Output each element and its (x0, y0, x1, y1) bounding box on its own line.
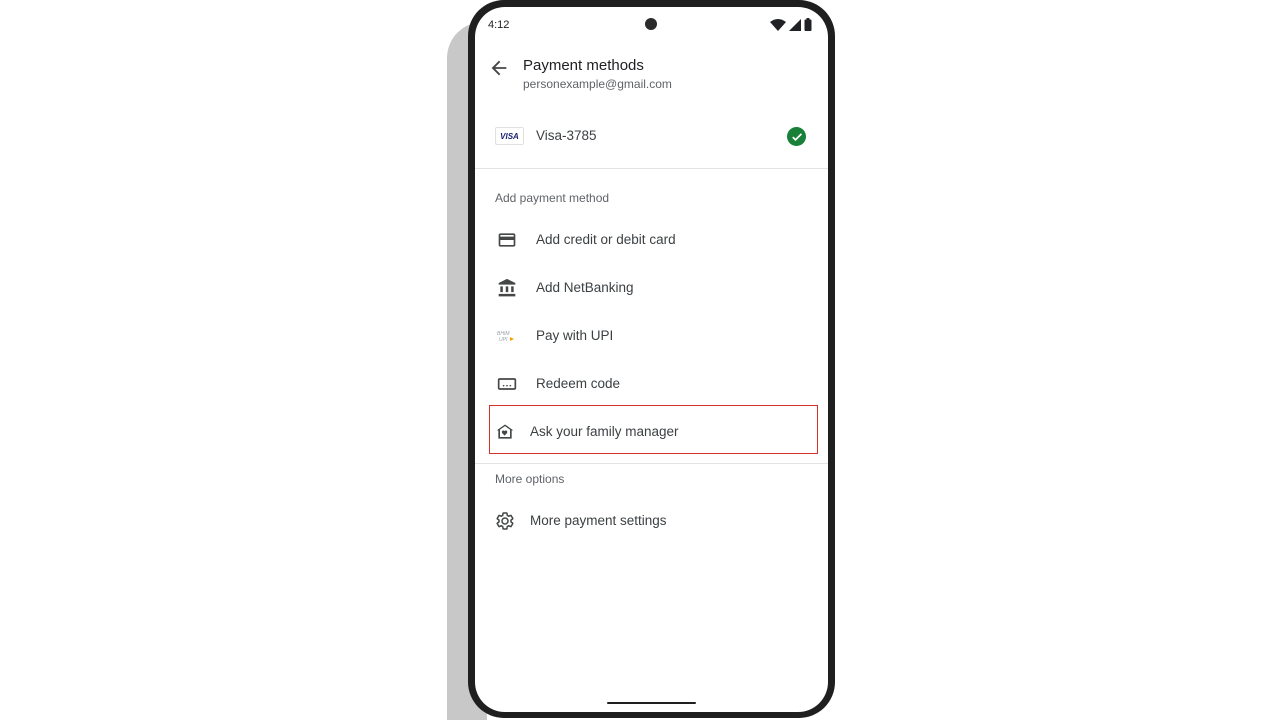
arrow-back-icon[interactable] (488, 57, 510, 79)
ask-family-manager-item[interactable]: Ask your family manager (475, 410, 828, 454)
gear-icon (495, 511, 515, 531)
status-bar: 4:12 (475, 7, 828, 43)
payment-method-visa[interactable]: VISA Visa-3785 (475, 115, 828, 159)
add-netbanking-item[interactable]: Add NetBanking (475, 266, 828, 310)
front-camera (645, 18, 657, 30)
credit-card-icon (497, 230, 517, 250)
phone-screen: 4:12 Payment methods personexample@gmail… (475, 7, 828, 712)
upi-icon: BHIM UPI (497, 326, 517, 346)
divider (475, 463, 828, 464)
item-label: Add credit or debit card (536, 232, 676, 247)
status-time: 4:12 (488, 19, 510, 31)
svg-text:UPI: UPI (499, 337, 508, 343)
bank-icon (497, 278, 517, 298)
app-bar: Payment methods personexample@gmail.com (475, 53, 828, 103)
item-label: Ask your family manager (530, 424, 679, 439)
account-email: personexample@gmail.com (523, 77, 672, 91)
home-indicator[interactable] (607, 702, 696, 704)
payment-method-label: Visa-3785 (536, 128, 597, 143)
status-icons (770, 18, 812, 31)
divider (475, 168, 828, 169)
item-label: Redeem code (536, 376, 621, 391)
section-header-more-options: More options (495, 472, 565, 486)
battery-icon (804, 18, 812, 31)
cellular-signal-icon (789, 18, 801, 31)
visa-logo: VISA (495, 127, 524, 145)
wifi-icon (770, 18, 786, 31)
more-payment-settings-item[interactable]: More payment settings (475, 499, 828, 543)
item-label: Add NetBanking (536, 280, 634, 295)
section-header-add-payment: Add payment method (495, 191, 610, 205)
redeem-code-item[interactable]: Redeem code (475, 362, 828, 406)
item-label: Pay with UPI (536, 328, 614, 343)
item-label: More payment settings (530, 513, 667, 528)
family-home-icon (495, 422, 515, 442)
add-credit-card-item[interactable]: Add credit or debit card (475, 218, 828, 262)
page-title: Payment methods (523, 57, 644, 74)
check-circle-icon (787, 127, 806, 146)
pay-with-upi-item[interactable]: BHIM UPI Pay with UPI (475, 314, 828, 358)
redeem-code-icon (497, 374, 517, 394)
